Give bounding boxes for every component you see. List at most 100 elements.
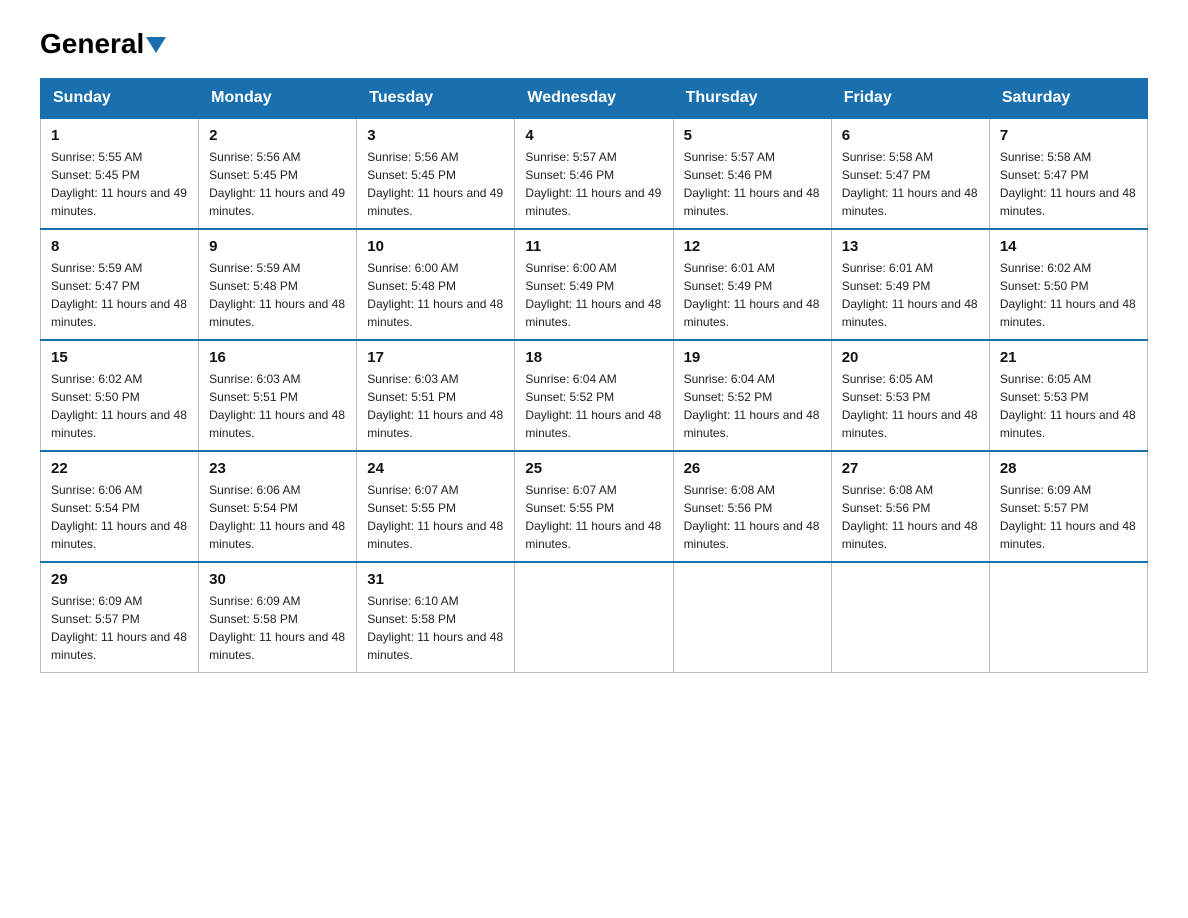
day-info: Sunrise: 5:56 AM Sunset: 5:45 PM Dayligh… xyxy=(367,148,504,220)
calendar-cell: 13 Sunrise: 6:01 AM Sunset: 5:49 PM Dayl… xyxy=(831,229,989,340)
calendar-cell: 6 Sunrise: 5:58 AM Sunset: 5:47 PM Dayli… xyxy=(831,118,989,229)
calendar-header-tuesday: Tuesday xyxy=(357,79,515,119)
day-info: Sunrise: 6:08 AM Sunset: 5:56 PM Dayligh… xyxy=(842,481,979,553)
calendar-cell: 7 Sunrise: 5:58 AM Sunset: 5:47 PM Dayli… xyxy=(989,118,1147,229)
day-info: Sunrise: 6:07 AM Sunset: 5:55 PM Dayligh… xyxy=(525,481,662,553)
day-number: 25 xyxy=(525,460,662,477)
day-number: 7 xyxy=(1000,127,1137,144)
day-number: 5 xyxy=(684,127,821,144)
calendar-cell: 16 Sunrise: 6:03 AM Sunset: 5:51 PM Dayl… xyxy=(199,340,357,451)
calendar-cell: 3 Sunrise: 5:56 AM Sunset: 5:45 PM Dayli… xyxy=(357,118,515,229)
calendar-cell: 22 Sunrise: 6:06 AM Sunset: 5:54 PM Dayl… xyxy=(41,451,199,562)
calendar-cell: 29 Sunrise: 6:09 AM Sunset: 5:57 PM Dayl… xyxy=(41,562,199,673)
day-number: 9 xyxy=(209,238,346,255)
day-info: Sunrise: 5:55 AM Sunset: 5:45 PM Dayligh… xyxy=(51,148,188,220)
day-number: 24 xyxy=(367,460,504,477)
day-info: Sunrise: 6:01 AM Sunset: 5:49 PM Dayligh… xyxy=(842,259,979,331)
day-info: Sunrise: 6:06 AM Sunset: 5:54 PM Dayligh… xyxy=(51,481,188,553)
calendar-table: SundayMondayTuesdayWednesdayThursdayFrid… xyxy=(40,78,1148,673)
day-number: 13 xyxy=(842,238,979,255)
logo-general-text: General xyxy=(40,30,166,58)
day-number: 14 xyxy=(1000,238,1137,255)
calendar-header-thursday: Thursday xyxy=(673,79,831,119)
day-number: 2 xyxy=(209,127,346,144)
calendar-week-row: 29 Sunrise: 6:09 AM Sunset: 5:57 PM Dayl… xyxy=(41,562,1148,673)
day-number: 15 xyxy=(51,349,188,366)
day-number: 23 xyxy=(209,460,346,477)
day-info: Sunrise: 6:03 AM Sunset: 5:51 PM Dayligh… xyxy=(367,370,504,442)
day-number: 3 xyxy=(367,127,504,144)
day-number: 20 xyxy=(842,349,979,366)
calendar-cell: 17 Sunrise: 6:03 AM Sunset: 5:51 PM Dayl… xyxy=(357,340,515,451)
calendar-header-monday: Monday xyxy=(199,79,357,119)
calendar-cell xyxy=(989,562,1147,673)
day-info: Sunrise: 6:09 AM Sunset: 5:57 PM Dayligh… xyxy=(51,592,188,664)
day-info: Sunrise: 6:03 AM Sunset: 5:51 PM Dayligh… xyxy=(209,370,346,442)
day-info: Sunrise: 6:01 AM Sunset: 5:49 PM Dayligh… xyxy=(684,259,821,331)
calendar-cell: 26 Sunrise: 6:08 AM Sunset: 5:56 PM Dayl… xyxy=(673,451,831,562)
day-number: 6 xyxy=(842,127,979,144)
day-info: Sunrise: 6:06 AM Sunset: 5:54 PM Dayligh… xyxy=(209,481,346,553)
day-info: Sunrise: 6:08 AM Sunset: 5:56 PM Dayligh… xyxy=(684,481,821,553)
calendar-cell: 8 Sunrise: 5:59 AM Sunset: 5:47 PM Dayli… xyxy=(41,229,199,340)
calendar-cell: 21 Sunrise: 6:05 AM Sunset: 5:53 PM Dayl… xyxy=(989,340,1147,451)
calendar-cell: 27 Sunrise: 6:08 AM Sunset: 5:56 PM Dayl… xyxy=(831,451,989,562)
calendar-cell: 19 Sunrise: 6:04 AM Sunset: 5:52 PM Dayl… xyxy=(673,340,831,451)
day-number: 16 xyxy=(209,349,346,366)
calendar-cell: 18 Sunrise: 6:04 AM Sunset: 5:52 PM Dayl… xyxy=(515,340,673,451)
calendar-header-wednesday: Wednesday xyxy=(515,79,673,119)
day-info: Sunrise: 6:05 AM Sunset: 5:53 PM Dayligh… xyxy=(842,370,979,442)
calendar-cell xyxy=(831,562,989,673)
day-number: 22 xyxy=(51,460,188,477)
calendar-cell: 30 Sunrise: 6:09 AM Sunset: 5:58 PM Dayl… xyxy=(199,562,357,673)
day-info: Sunrise: 6:07 AM Sunset: 5:55 PM Dayligh… xyxy=(367,481,504,553)
day-number: 1 xyxy=(51,127,188,144)
calendar-cell: 20 Sunrise: 6:05 AM Sunset: 5:53 PM Dayl… xyxy=(831,340,989,451)
day-number: 4 xyxy=(525,127,662,144)
day-number: 31 xyxy=(367,571,504,588)
day-info: Sunrise: 6:09 AM Sunset: 5:58 PM Dayligh… xyxy=(209,592,346,664)
day-number: 10 xyxy=(367,238,504,255)
day-number: 17 xyxy=(367,349,504,366)
day-info: Sunrise: 5:59 AM Sunset: 5:48 PM Dayligh… xyxy=(209,259,346,331)
day-info: Sunrise: 6:09 AM Sunset: 5:57 PM Dayligh… xyxy=(1000,481,1137,553)
day-info: Sunrise: 6:04 AM Sunset: 5:52 PM Dayligh… xyxy=(684,370,821,442)
calendar-header-friday: Friday xyxy=(831,79,989,119)
calendar-week-row: 8 Sunrise: 5:59 AM Sunset: 5:47 PM Dayli… xyxy=(41,229,1148,340)
day-number: 28 xyxy=(1000,460,1137,477)
day-info: Sunrise: 5:58 AM Sunset: 5:47 PM Dayligh… xyxy=(842,148,979,220)
calendar-cell: 14 Sunrise: 6:02 AM Sunset: 5:50 PM Dayl… xyxy=(989,229,1147,340)
day-info: Sunrise: 6:04 AM Sunset: 5:52 PM Dayligh… xyxy=(525,370,662,442)
calendar-cell: 11 Sunrise: 6:00 AM Sunset: 5:49 PM Dayl… xyxy=(515,229,673,340)
day-info: Sunrise: 6:00 AM Sunset: 5:49 PM Dayligh… xyxy=(525,259,662,331)
day-info: Sunrise: 5:58 AM Sunset: 5:47 PM Dayligh… xyxy=(1000,148,1137,220)
calendar-cell: 15 Sunrise: 6:02 AM Sunset: 5:50 PM Dayl… xyxy=(41,340,199,451)
day-info: Sunrise: 5:57 AM Sunset: 5:46 PM Dayligh… xyxy=(684,148,821,220)
calendar-cell: 28 Sunrise: 6:09 AM Sunset: 5:57 PM Dayl… xyxy=(989,451,1147,562)
day-info: Sunrise: 5:59 AM Sunset: 5:47 PM Dayligh… xyxy=(51,259,188,331)
day-info: Sunrise: 6:00 AM Sunset: 5:48 PM Dayligh… xyxy=(367,259,504,331)
day-number: 11 xyxy=(525,238,662,255)
calendar-cell xyxy=(515,562,673,673)
calendar-cell: 23 Sunrise: 6:06 AM Sunset: 5:54 PM Dayl… xyxy=(199,451,357,562)
day-info: Sunrise: 6:02 AM Sunset: 5:50 PM Dayligh… xyxy=(51,370,188,442)
logo: General xyxy=(40,30,166,58)
day-number: 30 xyxy=(209,571,346,588)
page-header: General xyxy=(40,30,1148,58)
calendar-week-row: 1 Sunrise: 5:55 AM Sunset: 5:45 PM Dayli… xyxy=(41,118,1148,229)
day-number: 18 xyxy=(525,349,662,366)
calendar-week-row: 22 Sunrise: 6:06 AM Sunset: 5:54 PM Dayl… xyxy=(41,451,1148,562)
day-number: 21 xyxy=(1000,349,1137,366)
calendar-cell: 12 Sunrise: 6:01 AM Sunset: 5:49 PM Dayl… xyxy=(673,229,831,340)
calendar-cell: 2 Sunrise: 5:56 AM Sunset: 5:45 PM Dayli… xyxy=(199,118,357,229)
day-number: 8 xyxy=(51,238,188,255)
day-number: 19 xyxy=(684,349,821,366)
calendar-header-sunday: Sunday xyxy=(41,79,199,119)
day-number: 27 xyxy=(842,460,979,477)
calendar-cell: 31 Sunrise: 6:10 AM Sunset: 5:58 PM Dayl… xyxy=(357,562,515,673)
calendar-cell: 9 Sunrise: 5:59 AM Sunset: 5:48 PM Dayli… xyxy=(199,229,357,340)
calendar-cell: 25 Sunrise: 6:07 AM Sunset: 5:55 PM Dayl… xyxy=(515,451,673,562)
day-info: Sunrise: 5:57 AM Sunset: 5:46 PM Dayligh… xyxy=(525,148,662,220)
calendar-week-row: 15 Sunrise: 6:02 AM Sunset: 5:50 PM Dayl… xyxy=(41,340,1148,451)
day-number: 26 xyxy=(684,460,821,477)
